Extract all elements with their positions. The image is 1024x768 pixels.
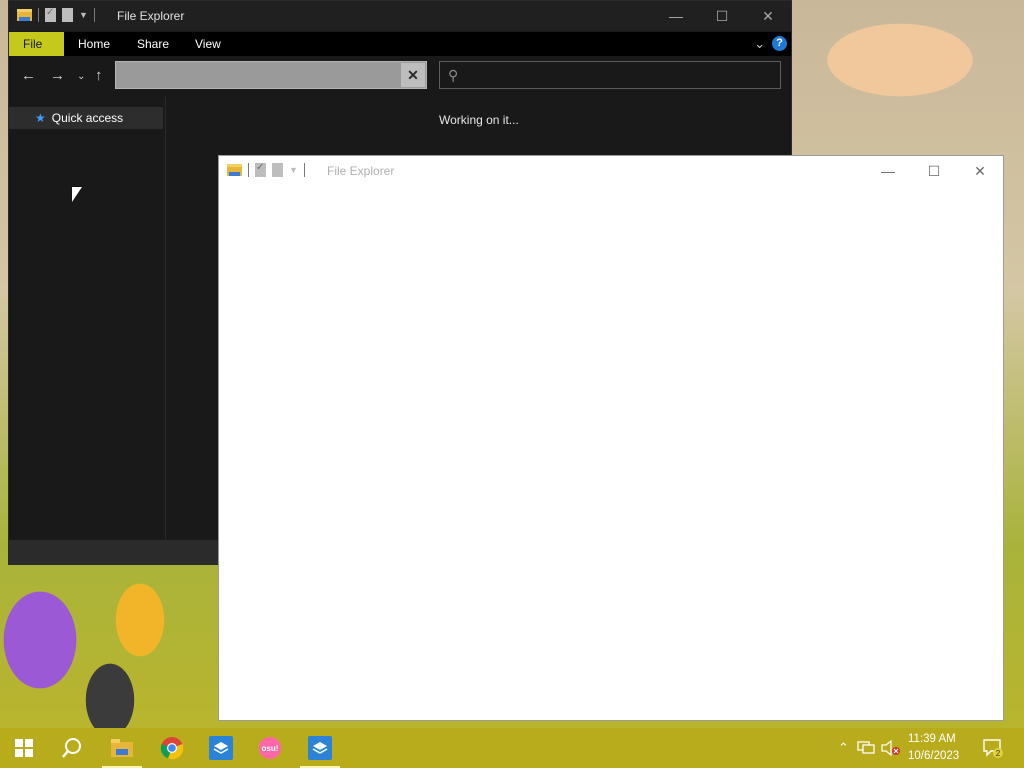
minimize-button[interactable]: — — [653, 1, 699, 31]
tab-home[interactable]: Home — [64, 32, 124, 56]
properties-icon[interactable] — [255, 162, 266, 177]
quick-access-toolbar: ▼ — [17, 7, 95, 22]
taskbar-osu[interactable]: osu! — [246, 728, 294, 768]
expand-ribbon-chevron-icon[interactable]: ⌄ — [754, 36, 765, 52]
taskbar-app[interactable] — [197, 728, 245, 768]
quick-access-toolbar: ▼ — [227, 162, 305, 177]
minimize-button[interactable]: — — [865, 156, 911, 186]
search-box[interactable]: ⚲ — [439, 61, 781, 89]
network-icon[interactable] — [857, 741, 875, 755]
status-bar — [9, 540, 219, 564]
file-explorer-window-front: ▼ File Explorer — ☐ ✕ — [218, 155, 1004, 721]
maximize-button[interactable]: ☐ — [911, 156, 957, 186]
address-bar[interactable]: ✕ — [115, 61, 427, 89]
close-button[interactable]: ✕ — [745, 1, 791, 31]
folder-icon — [227, 164, 242, 176]
recent-locations-chevron-icon[interactable]: ⌄ — [77, 71, 85, 82]
help-icon[interactable]: ? — [772, 36, 787, 51]
tab-file[interactable]: File — [9, 32, 64, 56]
clock[interactable]: 11:39 AM 10/6/2023 — [908, 731, 970, 765]
notifications-icon: 2 — [983, 739, 1003, 758]
folder-icon — [17, 9, 32, 21]
show-hidden-icons-chevron-icon[interactable]: ⌃ — [838, 740, 849, 756]
separator — [93, 8, 95, 22]
properties-icon[interactable] — [45, 7, 56, 22]
forward-arrow-icon[interactable]: → — [50, 67, 65, 84]
taskbar-file-explorer[interactable] — [98, 728, 146, 768]
app-icon — [209, 736, 233, 760]
mouse-pointer-icon — [72, 187, 82, 202]
loading-message: Working on it... — [439, 113, 519, 127]
new-folder-icon[interactable] — [272, 163, 283, 177]
taskbar-app-2[interactable] — [296, 728, 344, 768]
tab-share[interactable]: Share — [123, 32, 183, 56]
customize-toolbar-icon[interactable]: ▼ — [289, 165, 298, 175]
navigation-bar: ← → ⌄ ↑ ✕ ⚲ — [9, 57, 791, 97]
search-button[interactable] — [48, 728, 96, 768]
clear-address-icon[interactable]: ✕ — [401, 63, 425, 87]
window-title: File Explorer — [327, 164, 395, 178]
star-icon: ★ — [35, 111, 46, 125]
close-button[interactable]: ✕ — [957, 156, 1003, 186]
taskbar-chrome[interactable] — [148, 728, 196, 768]
title-bar: ▼ File Explorer — ☐ ✕ — [9, 1, 791, 31]
window-title: File Explorer — [117, 9, 185, 23]
osu-icon: osu! — [259, 737, 281, 759]
windows-logo-icon — [15, 739, 33, 757]
navigation-pane: ★ Quick access — [9, 97, 166, 540]
tab-view[interactable]: View — [181, 32, 235, 56]
clock-time: 11:39 AM — [908, 733, 956, 745]
ribbon-tabs: File Home Share View ⌄ ? — [9, 32, 791, 56]
new-folder-icon[interactable] — [62, 8, 73, 22]
start-button[interactable] — [0, 728, 48, 768]
notification-count: 2 — [996, 749, 1001, 758]
action-center-button[interactable]: 2 — [982, 728, 1004, 768]
separator — [38, 8, 39, 22]
file-explorer-icon — [111, 739, 133, 757]
separator — [303, 163, 305, 177]
up-arrow-icon[interactable]: ↑ — [95, 67, 103, 84]
separator — [248, 163, 249, 177]
volume-muted-icon[interactable] — [881, 740, 901, 756]
search-icon: ⚲ — [448, 67, 459, 83]
search-icon — [62, 738, 81, 758]
osu-label: osu! — [262, 744, 279, 753]
nav-item-label: Quick access — [51, 111, 124, 125]
nav-item-quick-access[interactable]: ★ Quick access — [9, 107, 163, 129]
app-icon — [308, 736, 332, 760]
back-arrow-icon[interactable]: ← — [21, 67, 36, 84]
title-bar: ▼ File Explorer — ☐ ✕ — [219, 156, 1003, 187]
maximize-button[interactable]: ☐ — [699, 1, 745, 31]
taskbar: osu! ⌃ 11:39 AM 10/6/2023 2 — [0, 728, 1024, 768]
clock-date: 10/6/2023 — [908, 750, 960, 762]
customize-toolbar-icon[interactable]: ▼ — [79, 10, 88, 20]
chrome-icon — [160, 737, 184, 760]
